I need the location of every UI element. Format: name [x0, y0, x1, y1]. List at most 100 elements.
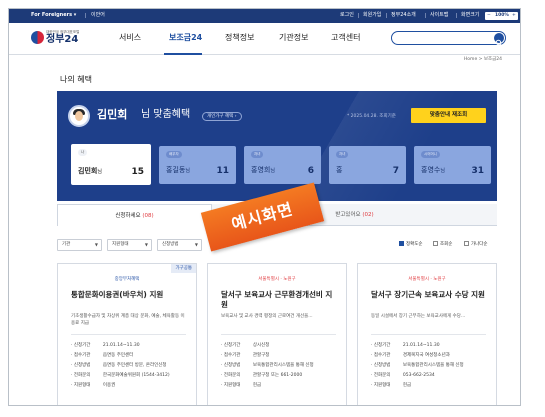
breadcrumb: Home > 보조금24: [463, 57, 502, 62]
detail-row: · 지원형태 이용권: [71, 383, 116, 388]
divider: [358, 13, 359, 18]
card-description: 보육교사 및 교사 경력 평정의 근로여건 개선을...: [221, 314, 313, 319]
member-name: 홍길동님: [166, 166, 190, 174]
member-card-self[interactable]: 나 김민회님 15: [71, 144, 151, 185]
household-common-badge: 가구공통: [171, 264, 196, 273]
detail-row: · 신청방법 읍면동 주민센터 방문, 온라인신청: [71, 363, 167, 368]
card-description: 기초생활수급자 및 차상위 계층 대상 문화, 예술, 체육활동 이용료 지급: [71, 314, 185, 326]
member-tag: 배우자: [166, 151, 182, 158]
site-logo[interactable]: 정부24: [46, 34, 78, 46]
sitemap-link[interactable]: 사이트맵: [430, 12, 448, 18]
detail-row: · 접수기관 관할구청: [221, 353, 270, 358]
member-benefit-count: 15: [131, 167, 144, 177]
detail-row: · 신청방법 보육통합관리시스템을 통해 신청: [221, 363, 314, 368]
chevron-down-icon: ▼: [144, 242, 148, 247]
card-title[interactable]: 달서구 보육교사 근무환경개선비 지원: [221, 290, 336, 310]
banner-heading-suffix: 님 맞춤혜택: [141, 109, 191, 120]
card-detail-list: · 신청기간 21.01.14~11.30 · 접수기관 읍면동 주민센터 · 신청…: [71, 341, 190, 391]
member-name: 홍영수님: [421, 166, 445, 174]
avatar: [68, 105, 90, 127]
member-name: 김민회님: [78, 167, 102, 175]
member-name: 홍: [336, 166, 343, 174]
household-benefit-badge[interactable]: 개인가구 혜택 ›: [202, 112, 242, 121]
member-tag: 시어머니: [421, 151, 440, 158]
about-link[interactable]: 정부24소개: [391, 12, 416, 18]
zoom-control: − 100% +: [485, 12, 518, 20]
member-card-child-2[interactable]: 자녀 홍 7: [329, 146, 406, 184]
detail-row: · 접수기관 경제복지국 여성청소년과: [371, 353, 450, 358]
detail-row: · 신청기간 21.01.14~11.30: [371, 343, 440, 348]
policy-card[interactable]: 서울특별시 · 노원구 달서구 보육교사 근무환경개선비 지원 보육교사 및 교…: [207, 263, 347, 405]
taegeuk-logo-icon[interactable]: [31, 31, 44, 44]
card-detail-list: · 신청기간 21.01.14~11.30 · 접수기관 경제복지국 여성청소년과 …: [371, 341, 490, 391]
signup-link[interactable]: 회원가입: [363, 12, 381, 18]
zoom-value: 100%: [495, 13, 509, 18]
sort-alpha-checkbox[interactable]: 가나다순: [464, 241, 488, 249]
member-benefit-count: 11: [216, 166, 229, 176]
policy-card[interactable]: 가구공통 중앙부처혜택 통합문화이용권(바우처) 지원 기초생활수급자 및 차상…: [57, 263, 197, 405]
member-tag: 나: [78, 149, 88, 156]
detail-row: · 신청방법 보육통합관리시스템을 통해 신청: [371, 363, 464, 368]
divider: [425, 13, 426, 18]
card-title[interactable]: 달서구 장기근속 보육교사 수당 지원: [371, 290, 486, 300]
agency-filter-select[interactable]: 기관 ▼: [57, 239, 102, 251]
detail-row: · 접수기관 읍면동 주민센터: [71, 353, 134, 358]
detail-row: · 신청기간 21.01.14~11.30: [71, 343, 140, 348]
zoom-label: 화면크기: [461, 12, 480, 18]
easy-language-link[interactable]: 이안어: [91, 12, 105, 18]
detail-row: · 지원형태 현금: [371, 383, 412, 388]
card-org-label: 서울특별시 · 노원구: [258, 277, 296, 282]
utility-bar: For Foreigners ▾ 이안어 로그인 회원가입 정부24소개 사이트…: [9, 9, 520, 23]
checkbox-icon: [464, 241, 469, 246]
sort-accuracy-checkbox[interactable]: 정확도순: [399, 241, 423, 249]
nav-services[interactable]: 서비스: [119, 33, 141, 43]
nav-subsidy24[interactable]: 보조금24: [169, 33, 202, 43]
apply-method-filter-select[interactable]: 신청방법 ▼: [157, 239, 202, 251]
zoom-in-button[interactable]: +: [512, 13, 516, 19]
search-input[interactable]: [391, 31, 506, 47]
member-card-child-1[interactable]: 자녀 홍영희님 6: [244, 146, 321, 184]
sort-views-checkbox[interactable]: 조회순: [433, 241, 452, 249]
search-button[interactable]: [494, 33, 504, 47]
query-date: * 2025.04.28. 조회기준: [347, 114, 396, 119]
member-benefit-count: 7: [392, 166, 399, 176]
member-card-spouse[interactable]: 배우자 홍길동님 11: [159, 146, 236, 184]
card-description: 동일 시설에서 장기 근무하는 보육교사에게 수당...: [371, 314, 466, 319]
nav-customer-center[interactable]: 고객센터: [331, 33, 360, 43]
divider: [371, 334, 486, 335]
nav-policy[interactable]: 정책정보: [225, 33, 254, 43]
for-foreigners-link[interactable]: For Foreigners ▾: [31, 12, 76, 18]
member-tag: 자녀: [336, 151, 349, 158]
search-icon: [495, 39, 503, 47]
detail-row: · 신청기간 상시신청: [221, 343, 270, 348]
card-org-label: 중앙부처혜택: [114, 277, 140, 282]
member-tag: 자녀: [251, 151, 264, 158]
card-detail-list: · 신청기간 상시신청 · 접수기관 관할구청 · 신청방법 보육통합관리시스템을 통…: [221, 341, 340, 391]
divider: [456, 13, 457, 18]
card-org-label: 서울특별시 · 노원구: [408, 277, 446, 282]
nav-agency[interactable]: 기관정보: [279, 33, 308, 43]
browser-viewport: For Foreigners ▾ 이안어 로그인 회원가입 정부24소개 사이트…: [8, 8, 521, 406]
checkbox-icon: [433, 241, 438, 246]
user-name: 김민회: [97, 108, 128, 121]
detail-row: · 지원형태 현금: [221, 383, 262, 388]
divider: [71, 334, 186, 335]
divider: [85, 13, 86, 18]
zoom-out-button[interactable]: −: [487, 13, 491, 19]
tab-apply[interactable]: 신청하세요 (08): [57, 204, 212, 226]
avatar-face-icon: [75, 111, 83, 121]
main-header: 대한민국 정부대표포털 정부24 서비스 보조금24 정책정보 기관정보 고객센…: [9, 23, 520, 55]
policy-card[interactable]: 서울특별시 · 노원구 달서구 장기근속 보육교사 수당 지원 동일 시설에서 …: [357, 263, 497, 405]
active-nav-indicator: [164, 53, 202, 55]
support-type-filter-select[interactable]: 지원형태 ▼: [107, 239, 152, 251]
member-card-mother-in-law[interactable]: 시어머니 홍영수님 31: [414, 146, 491, 184]
divider: [386, 13, 387, 18]
chevron-down-icon: ▼: [94, 242, 98, 247]
member-benefit-count: 31: [471, 166, 484, 176]
login-link[interactable]: 로그인: [340, 12, 354, 18]
requery-button[interactable]: 맞춤안내 재조회: [411, 108, 486, 123]
card-title[interactable]: 통합문화이용권(바우처) 지원: [71, 290, 186, 300]
page-title: 나의 혜택: [60, 75, 92, 84]
member-name: 홍영희님: [251, 166, 275, 174]
detail-row: · 전화문의 053-662-2534: [371, 373, 435, 378]
